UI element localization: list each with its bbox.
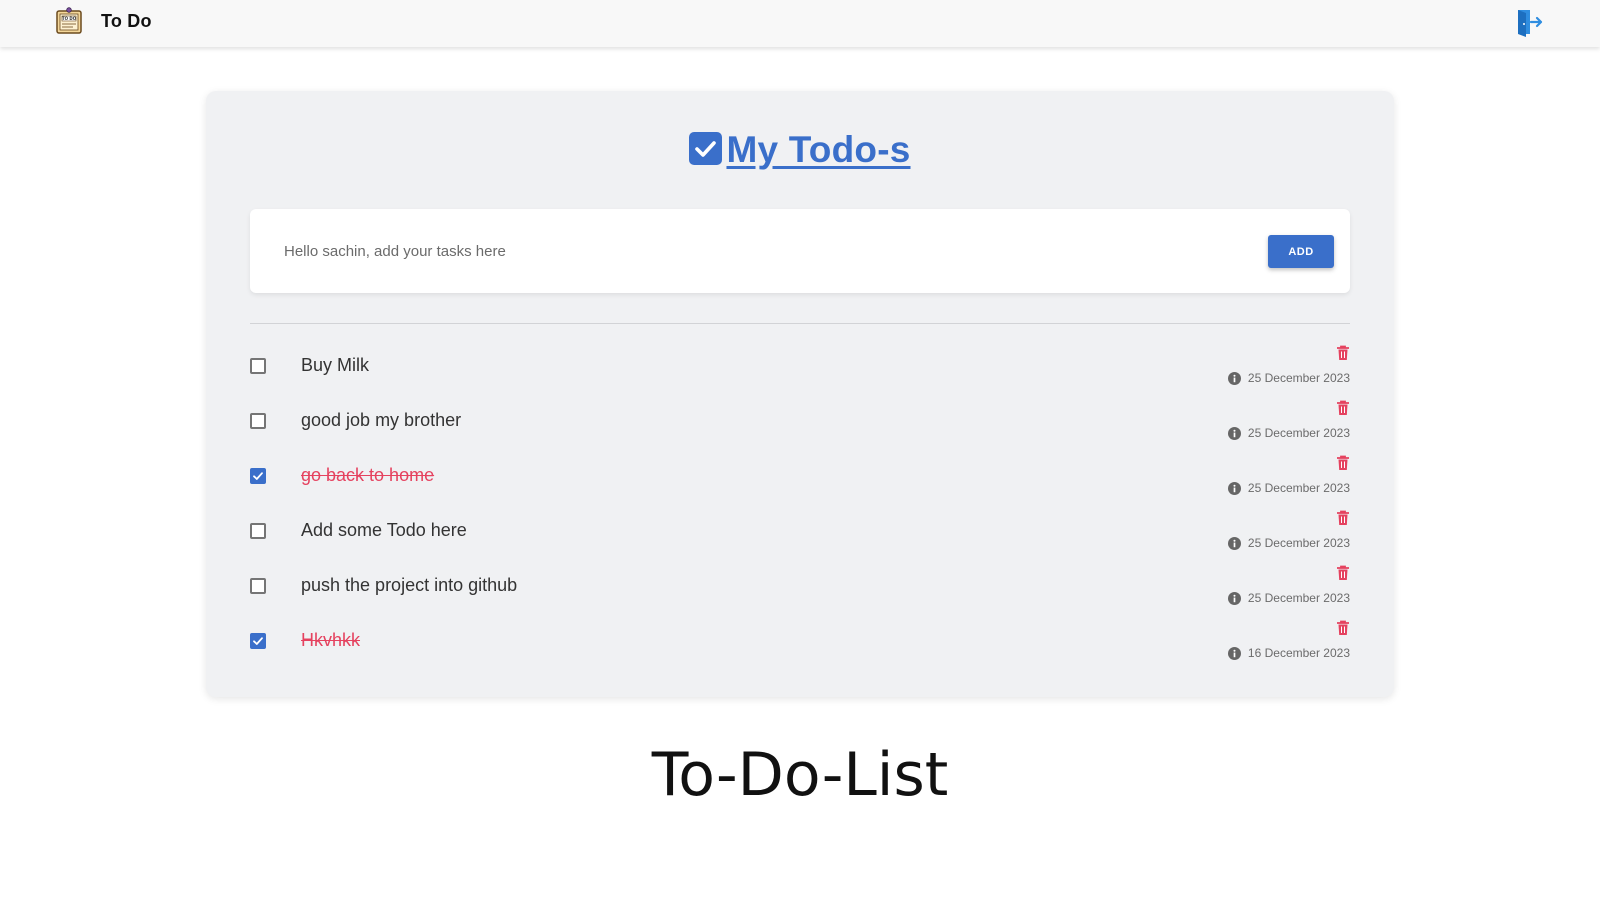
todo-text: good job my brother bbox=[301, 410, 462, 430]
todo-date-text: 16 December 2023 bbox=[1247, 646, 1350, 660]
todo-date-text: 25 December 2023 bbox=[1247, 371, 1350, 385]
todo-date-text: 25 December 2023 bbox=[1247, 536, 1350, 550]
todo-item: Buy Milk 25 December 2023 bbox=[250, 341, 1350, 396]
todo-card: My Todo-s ADD Buy Milk 25 December 2023 … bbox=[206, 91, 1394, 697]
todo-text: go back to home bbox=[301, 465, 435, 485]
footer-title: To-Do-List bbox=[651, 740, 949, 810]
task-input[interactable] bbox=[284, 234, 1224, 268]
todo-text: Add some Todo here bbox=[301, 520, 467, 540]
trash-icon[interactable] bbox=[1336, 620, 1350, 636]
page-heading: My Todo-s bbox=[206, 129, 1394, 171]
todo-date: 25 December 2023 bbox=[1227, 536, 1350, 550]
todo-checkbox[interactable] bbox=[250, 633, 266, 649]
todo-date-text: 25 December 2023 bbox=[1247, 481, 1350, 495]
todo-date: 25 December 2023 bbox=[1227, 591, 1350, 605]
info-icon bbox=[1227, 591, 1241, 605]
add-task-form: ADD bbox=[250, 209, 1350, 293]
navbar: TO DO To Do bbox=[0, 0, 1600, 47]
todo-date-text: 25 December 2023 bbox=[1247, 426, 1350, 440]
todo-item: Hkvhkk 16 December 2023 bbox=[250, 616, 1350, 671]
info-icon bbox=[1227, 646, 1241, 660]
info-icon bbox=[1227, 371, 1241, 385]
trash-icon[interactable] bbox=[1336, 455, 1350, 471]
brand-title: To Do bbox=[101, 10, 152, 31]
todo-item: good job my brother 25 December 2023 bbox=[250, 396, 1350, 451]
info-icon bbox=[1227, 426, 1241, 440]
page-title[interactable]: My Todo-s bbox=[726, 129, 910, 171]
todo-notepad-icon: TO DO bbox=[56, 7, 82, 34]
todo-checkbox[interactable] bbox=[250, 523, 266, 539]
trash-icon[interactable] bbox=[1336, 565, 1350, 581]
todo-checkbox[interactable] bbox=[250, 468, 266, 484]
todo-date: 25 December 2023 bbox=[1227, 481, 1350, 495]
todo-text: push the project into github bbox=[301, 575, 518, 595]
todo-checkbox[interactable] bbox=[250, 413, 266, 429]
info-icon bbox=[1227, 536, 1241, 550]
todo-item: go back to home 25 December 2023 bbox=[250, 451, 1350, 506]
brand-link[interactable]: TO DO To Do bbox=[54, 6, 152, 36]
todo-date: 25 December 2023 bbox=[1227, 426, 1350, 440]
todo-date: 25 December 2023 bbox=[1227, 371, 1350, 385]
checkbox-checked-icon bbox=[689, 131, 723, 165]
divider bbox=[250, 323, 1350, 324]
trash-icon[interactable] bbox=[1336, 510, 1350, 526]
todo-text: Hkvhkk bbox=[301, 630, 361, 650]
todo-list: Buy Milk 25 December 2023 good job my br… bbox=[250, 341, 1350, 671]
todo-date-text: 25 December 2023 bbox=[1247, 591, 1350, 605]
info-icon bbox=[1227, 481, 1241, 495]
todo-checkbox[interactable] bbox=[250, 578, 266, 594]
trash-icon[interactable] bbox=[1336, 400, 1350, 416]
logout-door-icon[interactable] bbox=[1514, 7, 1544, 37]
todo-date: 16 December 2023 bbox=[1227, 646, 1350, 660]
todo-item: Add some Todo here 25 December 2023 bbox=[250, 506, 1350, 561]
todo-item: push the project into github 25 December… bbox=[250, 561, 1350, 616]
trash-icon[interactable] bbox=[1336, 345, 1350, 361]
add-button[interactable]: ADD bbox=[1268, 235, 1334, 268]
svg-text:TO DO: TO DO bbox=[62, 16, 77, 21]
todo-text: Buy Milk bbox=[301, 355, 370, 375]
todo-checkbox[interactable] bbox=[250, 358, 266, 374]
